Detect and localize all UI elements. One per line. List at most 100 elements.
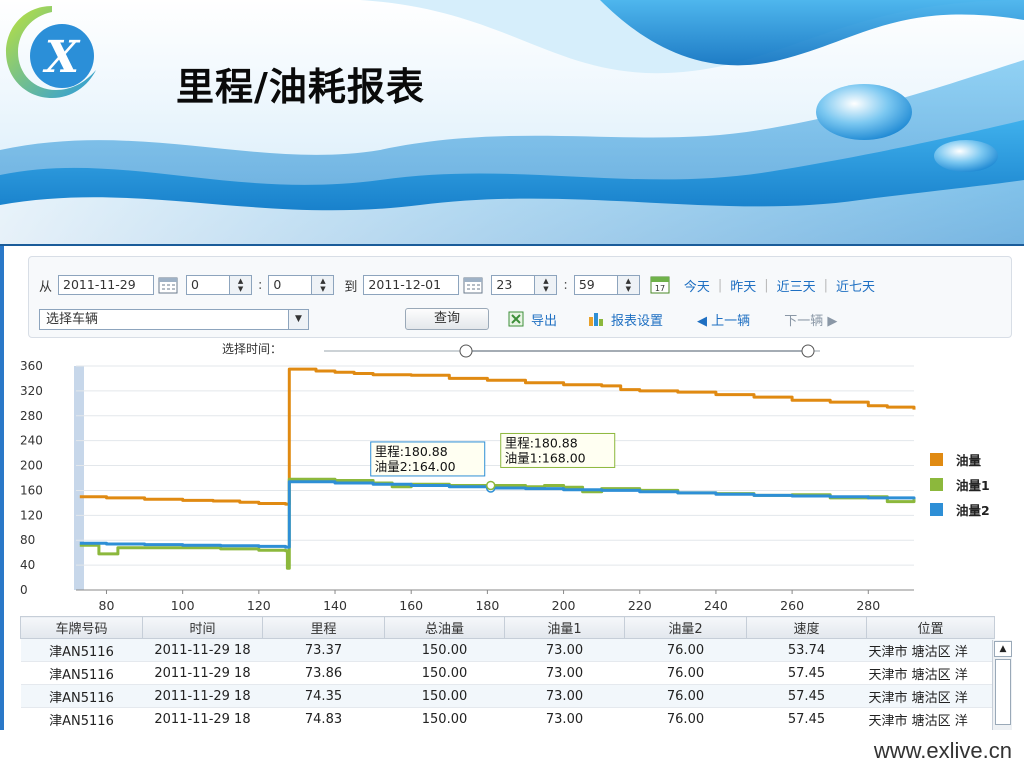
y-tick-label: 360 bbox=[20, 359, 43, 373]
y-tick-label: 200 bbox=[20, 459, 43, 473]
scroll-up-icon[interactable]: ▲ bbox=[994, 641, 1012, 657]
to-minute-input[interactable]: 59 bbox=[573, 275, 618, 295]
spin-up-icon[interactable]: ▲ bbox=[320, 277, 325, 285]
query-button[interactable]: 查询 bbox=[405, 308, 490, 330]
x-tick-label: 240 bbox=[704, 598, 728, 613]
export-button[interactable]: 导出 bbox=[507, 310, 557, 329]
cell-fuel2: 76.00 bbox=[624, 684, 747, 708]
bar-chart-icon bbox=[589, 313, 604, 326]
y-tick-label: 0 bbox=[20, 583, 28, 597]
today-calendar-icon[interactable]: 17 bbox=[650, 276, 670, 294]
cell-mileage: 73.86 bbox=[262, 661, 385, 685]
export-label: 导出 bbox=[531, 313, 558, 329]
cell-plate: 津AN5116 bbox=[20, 661, 143, 685]
column-header-plate[interactable]: 车牌号码 bbox=[20, 616, 143, 639]
table-row[interactable]: 津AN5116 2011-11-29 18 74.83 150.00 73.00… bbox=[20, 707, 995, 730]
column-header-total-fuel[interactable]: 总油量 bbox=[384, 616, 505, 639]
from-hour-spinner[interactable]: ▲ ▼ bbox=[230, 275, 253, 295]
cell-time: 2011-11-29 18 bbox=[142, 684, 263, 708]
chevron-down-icon[interactable]: ▼ bbox=[288, 309, 308, 329]
report-settings-button[interactable]: 报表设置 bbox=[587, 310, 663, 329]
table-row[interactable]: 津AN5116 2011-11-29 18 73.37 150.00 73.00… bbox=[20, 638, 995, 662]
from-minute-spinner[interactable]: ▲ ▼ bbox=[312, 275, 335, 295]
to-hour-spinner[interactable]: ▲ ▼ bbox=[535, 275, 558, 295]
x-tick-label: 280 bbox=[856, 598, 880, 613]
actions-row: 选择车辆 ▼ 查询 导出 报表设置 ◀ 上一辆 下一辆 ▶ bbox=[39, 307, 999, 331]
next-vehicle-link[interactable]: 下一辆 ▶ bbox=[784, 310, 837, 329]
series-line-3 bbox=[79, 480, 916, 549]
prev-vehicle-link[interactable]: ◀ 上一辆 bbox=[697, 310, 750, 329]
column-header-mileage[interactable]: 里程 bbox=[262, 616, 385, 639]
water-wave-graphic bbox=[0, 0, 1024, 245]
spin-down-icon[interactable]: ▼ bbox=[320, 285, 325, 293]
cell-location: 天津市 塘沽区 洋 bbox=[866, 684, 995, 708]
y-tick-label: 240 bbox=[20, 434, 43, 448]
tooltip-text: 油量2:164.00 bbox=[375, 459, 456, 474]
cell-speed: 57.45 bbox=[746, 707, 867, 730]
table-row[interactable]: 津AN5116 2011-11-29 18 74.35 150.00 73.00… bbox=[20, 684, 995, 708]
column-header-speed[interactable]: 速度 bbox=[746, 616, 867, 639]
to-label: 到 bbox=[344, 279, 358, 295]
scrollbar-thumb[interactable] bbox=[995, 659, 1011, 725]
colon-separator: : bbox=[258, 277, 263, 293]
from-minute-input[interactable]: 0 bbox=[268, 275, 313, 295]
quick-link-last-seven-days[interactable]: 近七天 bbox=[836, 276, 875, 295]
legend-swatch bbox=[930, 503, 943, 516]
cell-time: 2011-11-29 18 bbox=[142, 638, 263, 662]
header-banner: X 里程/油耗报表 bbox=[0, 0, 1024, 245]
report-settings-label: 报表设置 bbox=[611, 313, 664, 329]
cell-plate: 津AN5116 bbox=[20, 684, 143, 708]
vehicle-select[interactable]: 选择车辆 ▼ bbox=[39, 308, 309, 330]
column-header-location[interactable]: 位置 bbox=[866, 616, 995, 639]
cell-plate: 津AN5116 bbox=[20, 638, 143, 662]
x-tick-label: 180 bbox=[475, 598, 499, 613]
calendar-icon[interactable] bbox=[158, 276, 178, 294]
tooltip-marker bbox=[485, 480, 496, 491]
cell-time: 2011-11-29 18 bbox=[142, 707, 263, 730]
table-scrollbar[interactable]: ▲ bbox=[992, 640, 1012, 730]
header-divider bbox=[0, 244, 1024, 246]
vehicle-select-value: 选择车辆 bbox=[46, 311, 99, 327]
data-table: 车牌号码 时间 里程 总油量 油量1 油量2 速度 位置 津AN5116 201… bbox=[20, 616, 995, 730]
tooltip-text: 里程:180.88 bbox=[375, 444, 448, 459]
column-header-fuel2[interactable]: 油量2 bbox=[624, 616, 747, 639]
quick-link-today[interactable]: 今天 bbox=[684, 276, 710, 295]
spin-up-icon[interactable]: ▲ bbox=[238, 277, 243, 285]
from-hour-input[interactable]: 0 bbox=[186, 275, 231, 295]
cell-mileage: 74.35 bbox=[262, 684, 385, 708]
table-row[interactable]: 津AN5116 2011-11-29 18 73.86 150.00 73.00… bbox=[20, 661, 995, 685]
legend-label: 油量2 bbox=[956, 503, 990, 518]
legend-swatch bbox=[930, 478, 943, 491]
y-tick-label: 80 bbox=[20, 533, 35, 547]
column-header-time[interactable]: 时间 bbox=[142, 616, 263, 639]
x-tick-label: 160 bbox=[399, 598, 423, 613]
cell-location: 天津市 塘沽区 洋 bbox=[866, 661, 995, 685]
tooltip-text: 里程:180.88 bbox=[505, 435, 578, 450]
spin-down-icon[interactable]: ▼ bbox=[626, 285, 631, 293]
to-minute-spinner[interactable]: ▲ ▼ bbox=[617, 275, 640, 295]
cell-speed: 57.45 bbox=[746, 661, 867, 685]
calendar-icon[interactable] bbox=[463, 276, 483, 294]
cell-fuel1: 73.00 bbox=[504, 684, 625, 708]
cell-fuel1: 73.00 bbox=[504, 638, 625, 662]
colon-separator: : bbox=[563, 277, 568, 293]
spin-up-icon[interactable]: ▲ bbox=[543, 277, 548, 285]
x-tick-label: 120 bbox=[247, 598, 271, 613]
spin-up-icon[interactable]: ▲ bbox=[626, 277, 631, 285]
to-hour-input[interactable]: 23 bbox=[491, 275, 536, 295]
y-tick-label: 40 bbox=[20, 558, 35, 572]
to-date-input[interactable]: 2011-12-01 bbox=[363, 275, 460, 295]
excel-export-icon bbox=[508, 311, 524, 327]
quick-link-yesterday[interactable]: 昨天 bbox=[730, 276, 756, 295]
spin-down-icon[interactable]: ▼ bbox=[543, 285, 548, 293]
from-date-input[interactable]: 2011-11-29 bbox=[58, 275, 155, 295]
table-header-row: 车牌号码 时间 里程 总油量 油量1 油量2 速度 位置 bbox=[20, 616, 995, 639]
spin-down-icon[interactable]: ▼ bbox=[238, 285, 243, 293]
cell-fuel1: 73.00 bbox=[504, 661, 625, 685]
cell-mileage: 73.37 bbox=[262, 638, 385, 662]
column-header-fuel1[interactable]: 油量1 bbox=[504, 616, 625, 639]
link-separator: | bbox=[823, 277, 829, 293]
link-separator: | bbox=[717, 277, 723, 293]
quick-link-last-three-days[interactable]: 近三天 bbox=[777, 276, 816, 295]
cell-location: 天津市 塘沽区 洋 bbox=[866, 638, 995, 662]
